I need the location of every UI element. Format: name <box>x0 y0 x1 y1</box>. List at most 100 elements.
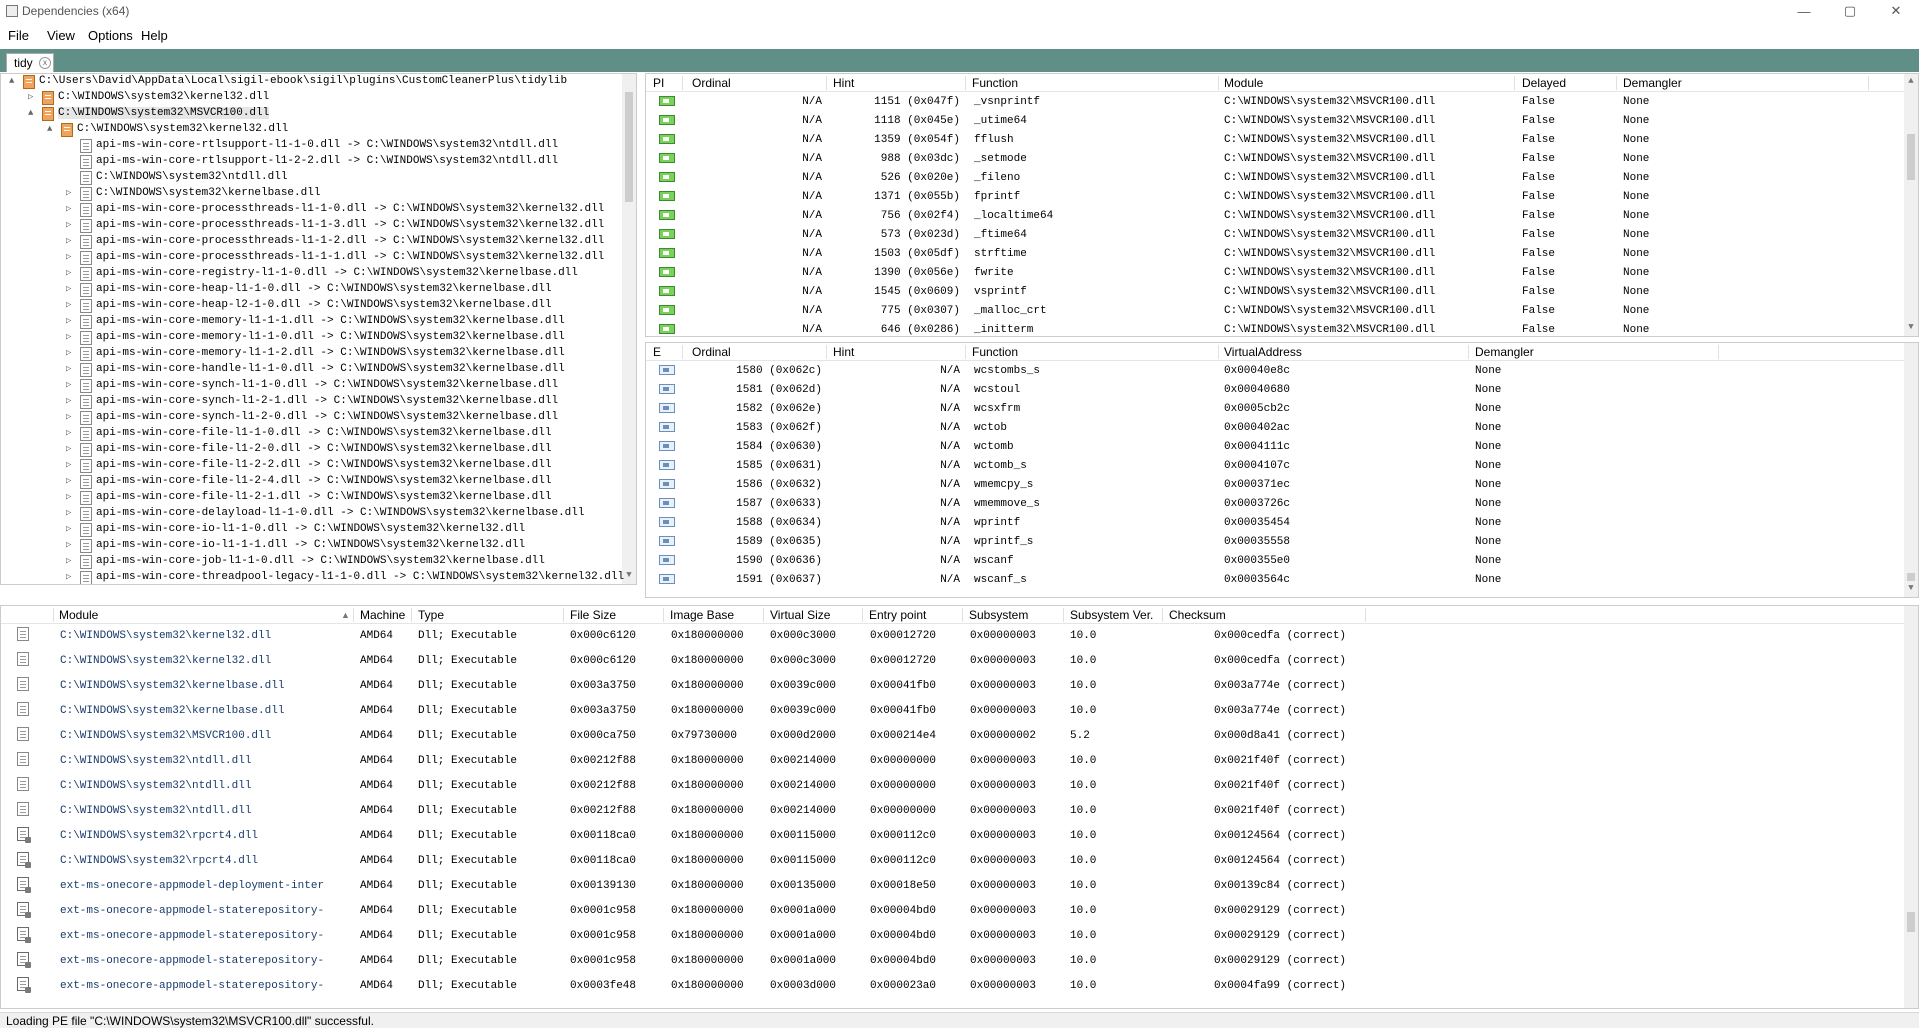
tree-node[interactable]: ▷ api-ms-win-core-registry-l1-1-0.dll -> … <box>1 266 621 282</box>
expand-icon[interactable]: ▷ <box>66 380 76 390</box>
export-row[interactable]: 1580 (0x062c) N/A wcstombs_s 0x00040e8c None <box>646 362 1918 381</box>
tree-node[interactable]: ▷ api-ms-win-core-memory-l1-1-0.dll -> C:… <box>1 330 621 346</box>
expand-icon[interactable]: ▷ <box>66 556 76 566</box>
module-row[interactable]: C:\WINDOWS\system32\rpcrt4.dll AMD64 Dll; … <box>1 850 1918 875</box>
tree-node[interactable]: ▷ api-ms-win-core-file-l1-2-4.dll -> C:\W… <box>1 474 621 490</box>
expand-icon[interactable]: ▷ <box>66 364 76 374</box>
tree-node[interactable]: ▷ api-ms-win-core-processthreads-l1-1-3.d… <box>1 218 621 234</box>
tree-node[interactable]: api-ms-win-core-rtlsupport-l1-2-2.dll ->… <box>1 154 621 170</box>
module-row[interactable]: C:\WINDOWS\system32\rpcrt4.dll AMD64 Dll; … <box>1 825 1918 850</box>
tree-node[interactable]: ▷ C:\WINDOWS\system32\kernel32.dll <box>1 90 621 106</box>
import-row[interactable]: N/A 526 (0x020e) _fileno C:\WINDOWS\system3… <box>646 169 1918 188</box>
expand-icon[interactable]: ▷ <box>28 92 38 102</box>
export-row[interactable]: 1585 (0x0631) N/A wctomb_s 0x0004107c None <box>646 457 1918 476</box>
col-function[interactable]: Function <box>972 345 1018 359</box>
module-row[interactable]: C:\WINDOWS\system32\MSVCR100.dll AMD64 Dll… <box>1 725 1918 750</box>
expand-icon[interactable]: ▷ <box>66 220 76 230</box>
import-row[interactable]: N/A 573 (0x023d) _ftime64 C:\WINDOWS\system… <box>646 226 1918 245</box>
import-row[interactable]: N/A 988 (0x03dc) _setmode C:\WINDOWS\system… <box>646 150 1918 169</box>
import-row[interactable]: N/A 1503 (0x05df) strftime C:\WINDOWS\syste… <box>646 245 1918 264</box>
col-virtual-size[interactable]: Virtual Size <box>770 608 830 622</box>
export-row[interactable]: 1591 (0x0637) N/A wscanf_s 0x0003564c None <box>646 571 1918 590</box>
scroll-up-icon[interactable]: ▲ <box>1904 76 1918 90</box>
tree-node[interactable]: api-ms-win-core-rtlsupport-l1-1-0.dll ->… <box>1 138 621 154</box>
expand-icon[interactable]: ▷ <box>66 284 76 294</box>
tree-node[interactable]: ▷ api-ms-win-core-synch-l1-1-0.dll -> C:\… <box>1 378 621 394</box>
import-row[interactable]: N/A 1151 (0x047f) _vsnprintf C:\WINDOWS\sys… <box>646 93 1918 112</box>
tree-scrollbar-thumb[interactable] <box>625 92 633 202</box>
expand-icon[interactable]: ▷ <box>66 204 76 214</box>
imports-table[interactable]: PI Ordinal Hint Function Module Delayed … <box>645 73 1919 337</box>
expand-icon[interactable]: ▷ <box>66 188 76 198</box>
expand-icon[interactable]: ▷ <box>66 300 76 310</box>
menu-view[interactable]: View <box>47 28 75 43</box>
tree-node[interactable]: ▷ api-ms-win-core-synch-l1-2-1.dll -> C:\… <box>1 394 621 410</box>
tree-node[interactable]: ▷ api-ms-win-core-file-l1-2-2.dll -> C:\W… <box>1 458 621 474</box>
module-row[interactable]: C:\WINDOWS\system32\kernel32.dll AMD64 Dll… <box>1 625 1918 650</box>
expand-icon[interactable]: ▷ <box>66 396 76 406</box>
expand-icon[interactable]: ▷ <box>66 540 76 550</box>
col-hint[interactable]: Hint <box>833 345 854 359</box>
import-row[interactable]: N/A 646 (0x0286) _initterm C:\WINDOWS\syste… <box>646 321 1918 336</box>
col-function[interactable]: Function <box>972 76 1018 90</box>
menu-help[interactable]: Help <box>141 28 168 43</box>
tree-node[interactable]: ▷ api-ms-win-core-threadpool-legacy-l1-1-… <box>1 570 624 584</box>
export-row[interactable]: 1590 (0x0636) N/A wscanf 0x000355e0 None <box>646 552 1918 571</box>
tree-node[interactable]: ▷ api-ms-win-core-memory-l1-1-2.dll -> C:… <box>1 346 621 362</box>
dependency-tree[interactable]: ▼ ▲ C:\Users\David\AppData\Local\sigil-eb… <box>0 73 637 585</box>
col-module[interactable]: Module <box>1224 76 1263 90</box>
col-subsystem[interactable]: Subsystem <box>969 608 1028 622</box>
expand-icon[interactable]: ▷ <box>66 460 76 470</box>
tree-node[interactable]: ▷ api-ms-win-core-io-l1-1-1.dll -> C:\WIN… <box>1 538 621 554</box>
minimize-button[interactable]: — <box>1781 0 1827 22</box>
tree-node[interactable]: ▷ api-ms-win-core-handle-l1-1-0.dll -> C:… <box>1 362 621 378</box>
col-machine[interactable]: Machine <box>360 608 405 622</box>
import-row[interactable]: N/A 1545 (0x0609) vsprintf C:\WINDOWS\syste… <box>646 283 1918 302</box>
tree-node[interactable]: ▲ C:\WINDOWS\system32\MSVCR100.dll <box>1 106 621 122</box>
module-row[interactable]: C:\WINDOWS\system32\kernel32.dll AMD64 Dll… <box>1 650 1918 675</box>
maximize-button[interactable]: ▢ <box>1827 0 1873 22</box>
menu-file[interactable]: File <box>8 28 29 43</box>
import-row[interactable]: N/A 1390 (0x056e) fwrite C:\WINDOWS\system3… <box>646 264 1918 283</box>
import-row[interactable]: N/A 756 (0x02f4) _localtime64 C:\WINDOWS\sy… <box>646 207 1918 226</box>
export-row[interactable]: 1586 (0x0632) N/A wmemcpy_s 0x000371ec None <box>646 476 1918 495</box>
tree-node[interactable]: ▷ api-ms-win-core-file-l1-2-0.dll -> C:\W… <box>1 442 621 458</box>
import-row[interactable]: N/A 775 (0x0307) _malloc_crt C:\WINDOWS\sys… <box>646 302 1918 321</box>
import-row[interactable]: N/A 1371 (0x055b) fprintf C:\WINDOWS\system… <box>646 188 1918 207</box>
collapse-icon[interactable]: ▲ <box>28 108 38 118</box>
tree-node[interactable]: ▷ api-ms-win-core-file-l1-1-0.dll -> C:\W… <box>1 426 621 442</box>
module-row[interactable]: ext-ms-onecore-appmodel-staterepository-… <box>1 950 1918 975</box>
module-row[interactable]: C:\WINDOWS\system32\ntdll.dll AMD64 Dll; E… <box>1 775 1918 800</box>
tree-node[interactable]: ▷ api-ms-win-core-processthreads-l1-1-0.d… <box>1 202 621 218</box>
expand-icon[interactable]: ▷ <box>66 476 76 486</box>
module-row[interactable]: ext-ms-onecore-appmodel-deployment-inter… <box>1 875 1918 900</box>
tree-node[interactable]: ▷ api-ms-win-core-heap-l1-1-0.dll -> C:\W… <box>1 282 621 298</box>
expand-icon[interactable]: ▷ <box>66 348 76 358</box>
col-checksum[interactable]: Checksum <box>1169 608 1226 622</box>
col-demangler[interactable]: Demangler <box>1475 345 1534 359</box>
module-row[interactable]: C:\WINDOWS\system32\kernelbase.dll AMD64 D… <box>1 675 1918 700</box>
tree-node[interactable]: ▷ api-ms-win-core-job-l1-1-0.dll -> C:\WI… <box>1 554 621 570</box>
col-pi[interactable]: PI <box>653 76 664 90</box>
exports-table[interactable]: E Ordinal Hint Function VirtualAddress D… <box>645 342 1919 598</box>
module-row[interactable]: ext-ms-onecore-appmodel-staterepository-… <box>1 975 1918 1000</box>
col-subsystem-ver[interactable]: Subsystem Ver. <box>1070 608 1153 622</box>
tree-node[interactable]: ▷ api-ms-win-core-memory-l1-1-1.dll -> C:… <box>1 314 621 330</box>
tree-node[interactable]: ▷ api-ms-win-core-file-l1-2-1.dll -> C:\W… <box>1 490 621 506</box>
col-hint[interactable]: Hint <box>833 76 854 90</box>
col-file-size[interactable]: File Size <box>570 608 616 622</box>
export-row[interactable]: 1588 (0x0634) N/A wprintf 0x00035454 None <box>646 514 1918 533</box>
tree-node[interactable]: ▷ api-ms-win-core-delayload-l1-1-0.dll ->… <box>1 506 621 522</box>
expand-icon[interactable]: ▷ <box>66 268 76 278</box>
expand-icon[interactable]: ▷ <box>66 508 76 518</box>
col-ordinal[interactable]: Ordinal <box>692 76 731 90</box>
expand-icon[interactable]: ▷ <box>66 332 76 342</box>
tree-node[interactable]: ▲ C:\Users\David\AppData\Local\sigil-eboo… <box>1 74 621 90</box>
menu-options[interactable]: Options <box>88 28 133 43</box>
col-entry-point[interactable]: Entry point <box>869 608 926 622</box>
expand-icon[interactable]: ▷ <box>66 316 76 326</box>
module-row[interactable]: ext-ms-onecore-appmodel-staterepository-… <box>1 900 1918 925</box>
col-e[interactable]: E <box>653 345 661 359</box>
collapse-icon[interactable]: ▲ <box>9 76 19 86</box>
col-module[interactable]: Module <box>59 608 98 622</box>
